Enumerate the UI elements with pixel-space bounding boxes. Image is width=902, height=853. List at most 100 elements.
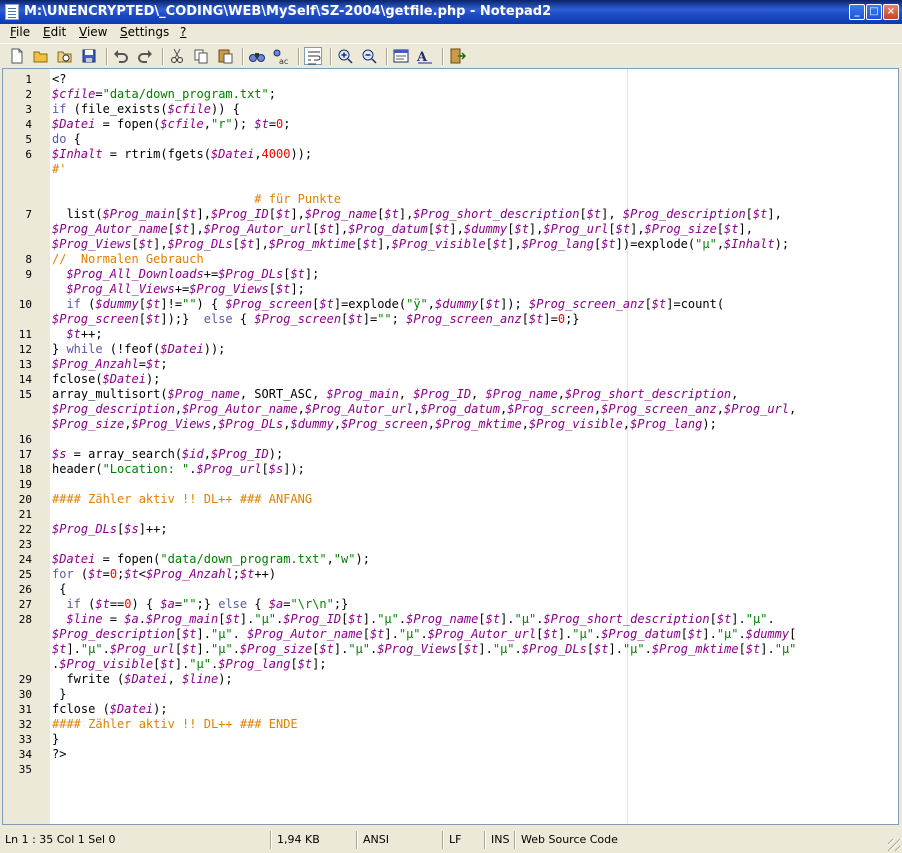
close-button[interactable]: × <box>883 4 899 20</box>
code-line[interactable]: $Prog_All_Downloads+=$Prog_DLs[$t]; <box>52 267 319 282</box>
menu-settings[interactable]: Settings <box>120 25 169 39</box>
code-line[interactable]: .$Prog_visible[$t]."µ".$Prog_lang[$t]; <box>52 657 327 672</box>
line-number: 2 <box>25 88 32 101</box>
code-line[interactable]: #' <box>52 162 66 177</box>
undo-icon <box>114 50 128 63</box>
line-number: 27 <box>18 598 32 611</box>
copy-button[interactable] <box>192 47 210 65</box>
code-line[interactable]: $Prog_Anzahl=$t; <box>52 357 168 372</box>
line-number: 21 <box>18 508 32 521</box>
line-number: 4 <box>25 118 32 131</box>
code-line[interactable]: } <box>52 687 66 702</box>
code-line[interactable]: fclose($Datei); <box>52 372 160 387</box>
code-line[interactable]: } while (!feof($Datei)); <box>52 342 225 357</box>
code-line[interactable]: #### Zähler aktiv !! DL++ ### ANFANG <box>52 492 312 507</box>
code-line[interactable]: <? <box>52 72 66 87</box>
code-line[interactable]: $Datei = fopen("data/down_program.txt","… <box>52 552 370 567</box>
line-number: 15 <box>18 388 32 401</box>
cut-button[interactable] <box>168 47 186 65</box>
line-number: 8 <box>25 253 32 266</box>
save-button[interactable] <box>80 47 98 65</box>
scheme-icon <box>393 49 409 63</box>
exit-button[interactable] <box>448 47 467 65</box>
code-line[interactable]: fclose ($Datei); <box>52 702 168 717</box>
redo-icon <box>138 50 152 63</box>
word-wrap-button[interactable] <box>304 47 322 65</box>
browse-button[interactable] <box>56 47 74 65</box>
code-line[interactable]: $s = array_search($id,$Prog_ID); <box>52 447 283 462</box>
line-number: 7 <box>25 208 32 221</box>
line-number: 28 <box>18 613 32 626</box>
line-number: 11 <box>18 328 32 341</box>
find-button[interactable] <box>248 47 266 65</box>
find-icon <box>249 53 265 62</box>
code-line[interactable]: $t++; <box>52 327 102 342</box>
line-number-gutter: 1 2 3 4 5 6 7 8 9 10 11 12 13 14 15 16 17 18 19 20 21 22 23 24 2… <box>3 69 50 824</box>
code-line[interactable]: $Prog_Views[$t],$Prog_DLs[$t],$Prog_mkti… <box>52 237 789 252</box>
save-icon <box>82 49 96 63</box>
resize-grip-icon[interactable] <box>888 839 900 851</box>
code-line[interactable]: #### Zähler aktiv !! DL++ ### ENDE <box>52 717 298 732</box>
scheme-button[interactable] <box>392 47 410 65</box>
menu-file[interactable]: File <box>10 25 30 39</box>
replace-button[interactable]: ac <box>272 47 290 66</box>
code-line[interactable]: $cfile="data/down_program.txt"; <box>52 87 276 102</box>
line-number: 22 <box>18 523 32 536</box>
code-line[interactable]: $Prog_description,$Prog_Autor_name,$Prog… <box>52 402 796 417</box>
minimize-button[interactable]: _ <box>849 4 865 20</box>
paste-button[interactable] <box>216 47 234 65</box>
code-line[interactable]: fwrite ($Datei, $line); <box>52 672 232 687</box>
new-button[interactable] <box>8 47 26 65</box>
code-line[interactable]: $Prog_screen[$t]);} else { $Prog_screen[… <box>52 312 580 327</box>
code-line[interactable]: if ($t==0) { $a="";} else { $a="\r\n";} <box>52 597 348 612</box>
menu-edit[interactable]: Edit <box>43 25 66 39</box>
redo-button[interactable] <box>136 47 154 65</box>
undo-button[interactable] <box>112 47 130 65</box>
code-line[interactable]: $Datei = fopen($cfile,"r"); $t=0; <box>52 117 291 132</box>
open-button[interactable] <box>32 47 50 65</box>
line-number: 10 <box>18 298 32 311</box>
code-line[interactable]: $line = $a.$Prog_main[$t]."µ".$Prog_ID[$… <box>52 612 774 627</box>
code-line[interactable]: array_multisort($Prog_name, SORT_ASC, $P… <box>52 387 738 402</box>
code-line[interactable]: // Normalen Gebrauch <box>52 252 204 267</box>
close-icon: × <box>886 6 896 17</box>
maximize-button[interactable]: □ <box>866 4 882 20</box>
line-number: 14 <box>18 373 32 386</box>
code-line[interactable]: # für Punkte <box>52 192 341 207</box>
code-line[interactable]: if ($dummy[$t]!="") { $Prog_screen[$t]=e… <box>52 297 724 312</box>
line-number: 30 <box>18 688 32 701</box>
code-line[interactable]: do { <box>52 132 81 147</box>
line-number: 23 <box>18 538 32 551</box>
code-line[interactable]: $t]."µ".$Prog_url[$t]."µ".$Prog_size[$t]… <box>52 642 796 657</box>
code-line[interactable]: if (file_exists($cfile)) { <box>52 102 240 117</box>
title-bar[interactable]: M:\UNENCRYPTED\_CODING\WEB\MySelf\SZ-200… <box>0 0 902 24</box>
code-line[interactable]: $Prog_size,$Prog_Views,$Prog_DLs,$dummy,… <box>52 417 717 432</box>
toolbar: ac A <box>0 43 902 69</box>
code-line[interactable]: $Prog_All_Views+=$Prog_Views[$t]; <box>52 282 304 297</box>
code-editor[interactable]: 1 2 3 4 5 6 7 8 9 10 11 12 13 14 15 16 17 18 19 20 21 22 23 24 2… <box>2 68 899 825</box>
zoom-in-button[interactable] <box>336 47 354 65</box>
status-encoding[interactable]: ANSI <box>363 832 389 847</box>
zoom-out-button[interactable] <box>360 47 378 65</box>
code-line[interactable]: { <box>52 582 66 597</box>
code-line[interactable]: header("Location: ".$Prog_url[$s]); <box>52 462 305 477</box>
menu-view[interactable]: View <box>79 25 107 39</box>
code-line[interactable]: ?> <box>52 747 66 762</box>
line-number: 12 <box>18 343 32 356</box>
code-line[interactable]: $Prog_description[$t]."µ". $Prog_Autor_n… <box>52 627 796 642</box>
line-number: 13 <box>18 358 32 371</box>
status-scheme[interactable]: Web Source Code <box>521 832 618 847</box>
notepad2-app-icon[interactable] <box>5 4 19 20</box>
font-button[interactable]: A <box>416 47 434 65</box>
code-area[interactable]: <? $cfile="data/down_program.txt"; if (fil… <box>52 69 897 824</box>
code-line[interactable]: $Prog_Autor_name[$t],$Prog_Autor_url[$t]… <box>52 222 753 237</box>
code-line[interactable]: $Inhalt = rtrim(fgets($Datei,4000)); <box>52 147 312 162</box>
code-line[interactable]: list($Prog_main[$t],$Prog_ID[$t],$Prog_n… <box>52 207 781 222</box>
code-line[interactable]: } <box>52 732 59 747</box>
status-line-ending[interactable]: LF <box>449 832 461 847</box>
menu-help[interactable]: ? <box>180 25 186 39</box>
line-number: 17 <box>18 448 32 461</box>
code-line[interactable]: for ($t=0;$t<$Prog_Anzahl;$t++) <box>52 567 276 582</box>
code-line[interactable]: $Prog_DLs[$s]++; <box>52 522 168 537</box>
status-insert-mode[interactable]: INS <box>491 832 509 847</box>
